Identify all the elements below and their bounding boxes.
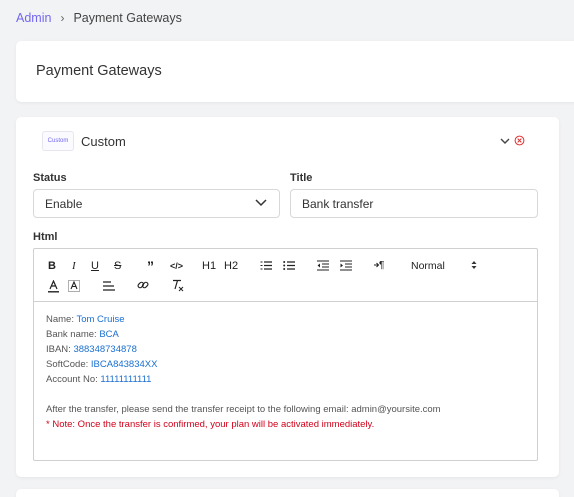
- content-instruction: After the transfer, please send the tran…: [46, 404, 441, 415]
- content-value: BCA: [99, 329, 119, 340]
- link-icon[interactable]: [137, 279, 149, 291]
- content-line: IBAN: 388348734878: [46, 342, 525, 357]
- font-color-icon[interactable]: [48, 280, 59, 293]
- indent-icon[interactable]: [340, 260, 352, 271]
- title-label: Title: [290, 172, 313, 184]
- blockquote-button[interactable]: ”: [147, 259, 154, 273]
- font-size-select[interactable]: Normal: [411, 260, 445, 272]
- bullet-list-icon[interactable]: [283, 260, 295, 271]
- title-input[interactable]: Bank transfer: [290, 189, 538, 218]
- page-header-card: Payment Gateways: [16, 41, 574, 102]
- strike-button[interactable]: S: [114, 260, 121, 272]
- gateway-name: Custom: [81, 133, 126, 149]
- clear-format-icon[interactable]: [172, 279, 184, 292]
- heading1-button[interactable]: H1: [202, 260, 216, 272]
- breadcrumb-current: Payment Gateways: [73, 11, 182, 25]
- heading2-button[interactable]: H2: [224, 260, 238, 272]
- italic-button[interactable]: I: [72, 260, 76, 272]
- html-label: Html: [33, 231, 58, 243]
- content-label: Name:: [46, 314, 77, 325]
- ordered-list-icon[interactable]: [260, 260, 272, 271]
- content-line: Bank name: BCA: [46, 327, 525, 342]
- breadcrumb-separator: ›: [60, 11, 65, 25]
- gateway-logo: Custom: [42, 131, 74, 151]
- content-value: 388348734878: [73, 344, 137, 355]
- content-label: IBAN:: [46, 344, 74, 355]
- remove-circle-icon[interactable]: [514, 135, 525, 146]
- content-value: Tom Cruise: [76, 314, 125, 325]
- next-gateway-card: [16, 489, 559, 497]
- content-label: SoftCode:: [46, 359, 91, 370]
- outdent-icon[interactable]: [317, 260, 329, 271]
- gateway-actions: [500, 135, 525, 146]
- code-button[interactable]: </>: [170, 260, 183, 272]
- highlight-color-icon[interactable]: [68, 280, 80, 293]
- content-line: SoftCode: IBCA843834XX: [46, 357, 525, 372]
- breadcrumb-admin-link[interactable]: Admin: [16, 11, 51, 25]
- chevron-down-icon: [255, 199, 267, 207]
- status-select[interactable]: Enable: [33, 189, 280, 218]
- underline-button[interactable]: U: [91, 260, 99, 272]
- bold-button[interactable]: B: [48, 260, 56, 272]
- html-editor: B I U S ” </> H1 H2 ¶ Normal Name: Tom C…: [33, 248, 538, 461]
- content-note: * Note: Once the transfer is confirmed, …: [46, 419, 375, 430]
- align-icon[interactable]: [103, 280, 115, 292]
- editor-toolbar: B I U S ” </> H1 H2 ¶ Normal: [34, 249, 537, 302]
- gateway-header: Custom Custom: [42, 131, 126, 151]
- content-line: Name: Tom Cruise: [46, 312, 525, 327]
- page-title: Payment Gateways: [36, 63, 162, 79]
- text-direction-button[interactable]: ¶: [374, 260, 384, 272]
- sort-arrows-icon[interactable]: [471, 260, 477, 270]
- editor-content[interactable]: Name: Tom Cruise Bank name: BCA IBAN: 38…: [34, 302, 537, 442]
- chevron-down-icon[interactable]: [500, 136, 510, 146]
- breadcrumb: Admin › Payment Gateways: [16, 11, 182, 25]
- content-value: IBCA843834XX: [90, 359, 158, 370]
- content-value: 11111111111: [100, 374, 152, 385]
- status-select-value: Enable: [45, 197, 83, 211]
- status-label: Status: [33, 172, 67, 184]
- gateway-card: Custom Custom Status Enable Title Bank t…: [16, 117, 559, 477]
- content-line: Account No: 11111111111: [46, 372, 525, 387]
- content-label: Account No:: [46, 374, 101, 385]
- content-label: Bank name:: [46, 329, 100, 340]
- pilcrow-label: ¶: [379, 260, 385, 271]
